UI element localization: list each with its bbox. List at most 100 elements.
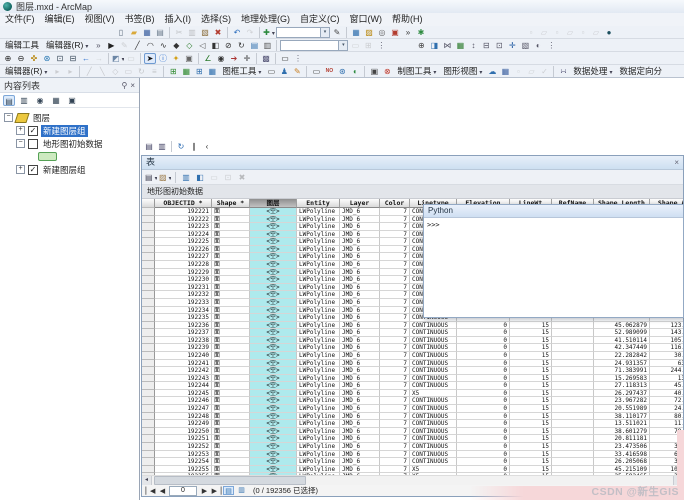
disabled-tool-icon[interactable]: ▫ [525,27,537,38]
save-edits-icon[interactable]: ▦ [499,66,511,77]
row-selector[interactable] [142,314,155,322]
split-tool-icon[interactable]: ⊘ [222,40,234,51]
row-selector[interactable] [142,466,155,474]
new-document-icon[interactable]: ▯ [115,27,127,38]
html-popup-icon[interactable]: ▣ [183,53,195,64]
globe-green-icon[interactable]: ◐ [349,66,361,77]
sketch-properties-icon[interactable]: ▥ [261,40,273,51]
map-scale-combobox[interactable]: ▾ [276,27,330,38]
expander-icon[interactable]: + [16,165,25,174]
clear-selection-icon[interactable]: ▭ [208,172,220,183]
table-row[interactable]: 192251面<空>LWPolylineJMD_67CONTINUOUS0152… [142,435,683,443]
back-extent-icon[interactable]: ← [80,53,92,64]
sketch-vertex-icon[interactable]: ◇ [109,66,121,77]
switch-selection-icon[interactable]: ◧ [194,172,206,183]
row-selector[interactable] [142,382,155,390]
column-header[interactable]: Entity [297,199,340,208]
screen-icon[interactable]: ▣ [368,66,380,77]
visibility-checkbox[interactable]: ✓ [28,165,38,175]
zoom-in-icon[interactable]: ⊕ [2,53,14,64]
select-by-attributes-icon[interactable]: ▥ [180,172,192,183]
row-selector[interactable] [142,458,155,466]
refresh-icon[interactable]: ↻ [175,141,187,152]
row-selector[interactable] [142,299,155,307]
pencil-icon[interactable]: ✎ [291,66,303,77]
row-selector[interactable] [142,337,155,345]
show-all-records-icon[interactable]: ▤ [223,486,234,495]
frame-icon[interactable]: ▭ [265,66,277,77]
fixed-zoom-in-icon[interactable]: ⊡ [54,53,66,64]
intersect-icon[interactable]: ✛ [506,40,518,51]
forward-extent-icon[interactable]: → [93,53,105,64]
table-row[interactable]: 192253面<空>LWPolylineJMD_67CONTINUOUS0153… [142,451,683,459]
save-icon[interactable]: ▦ [141,27,153,38]
snapping-icon[interactable]: ⊞ [362,40,374,51]
table-row[interactable]: 192239面<空>LWPolylineJMD_67CONTINUOUS0154… [142,344,683,352]
menu-item[interactable]: 书签(B) [120,13,160,26]
table-row[interactable]: 192246面<空>LWPolylineJMD_67CONTINUOUS0152… [142,397,683,405]
visibility-checkbox[interactable] [28,139,38,149]
scatter-icon[interactable]: ∺ [557,66,569,77]
go-to-xy-icon[interactable]: ✛ [241,53,253,64]
mapping-tools-menu[interactable]: 制图工具▾ [394,66,439,77]
stop-icon[interactable]: ⊗ [381,66,393,77]
previous-record-button[interactable]: ◀ [157,487,167,495]
measure-icon[interactable]: ∠ [202,53,214,64]
row-selector-header[interactable] [142,199,155,208]
visibility-checkbox[interactable]: ✓ [28,126,38,136]
graphic-view-menu[interactable]: 图形视图▾ [440,66,485,77]
row-selector[interactable] [142,390,155,398]
sketch-line2-icon[interactable]: ╲ [96,66,108,77]
table-row[interactable]: 192254面<空>LWPolylineJMD_67CONTINUOUS0152… [142,458,683,466]
row-selector[interactable] [142,443,155,451]
scrollbar-thumb[interactable] [154,476,306,485]
tree-item-label[interactable]: 地形图初始数据 [41,138,105,150]
editor-menu[interactable]: 编辑器(R)▾ [43,40,91,51]
disabled-tool-icon[interactable]: ▱ [590,27,602,38]
editor-toggle-icon[interactable]: ✎ [331,27,343,38]
tree-item-label[interactable]: 新建图层组 [41,164,88,176]
table-row[interactable]: 192237面<空>LWPolylineJMD_67CONTINUOUS0155… [142,329,683,337]
menu-item[interactable]: 编辑(E) [40,13,80,26]
pan-icon[interactable]: ✜ [28,53,40,64]
row-selector[interactable] [142,397,155,405]
target-layer-icon[interactable]: ▭ [349,40,361,51]
undo-icon[interactable]: ↶ [231,27,243,38]
tree-item-source-data[interactable]: − 地形图初始数据 [4,137,139,150]
menu-item[interactable]: 文件(F) [0,13,40,26]
collapse-chevron-icon[interactable]: ‹ [201,141,213,152]
table-source-tab[interactable]: 地形图初始数据 [142,185,683,199]
list-by-source-icon[interactable]: ▥ [17,94,31,107]
table-row[interactable]: 192245面<空>LWPolylineJMD_67X501526.297437… [142,390,683,398]
row-selector[interactable] [142,428,155,436]
search-window-icon[interactable]: ◎ [376,27,388,38]
topology-edit-icon[interactable]: ⊕ [415,40,427,51]
table-row[interactable]: 192249面<空>LWPolylineJMD_67CONTINUOUS0151… [142,420,683,428]
row-selector[interactable] [142,231,155,239]
row-selector[interactable] [142,375,155,383]
editor-menu-2[interactable]: 编辑器(R)▾ [2,66,50,77]
toc-options-icon[interactable]: ▣ [65,94,79,107]
table-row[interactable]: 192238面<空>LWPolylineJMD_67CONTINUOUS0154… [142,337,683,345]
table-row[interactable]: 192247面<空>LWPolylineJMD_67CONTINUOUS0152… [142,405,683,413]
print-icon[interactable]: ▤ [154,27,166,38]
table-row[interactable]: 192244面<空>LWPolylineJMD_67CONTINUOUS0152… [142,382,683,390]
copy-icon[interactable]: ▥ [186,27,198,38]
column-header[interactable]: Shape * [212,199,250,208]
hyperlink-icon[interactable]: ✦ [170,53,182,64]
menu-item[interactable]: 插入(I) [160,13,197,26]
disabled-tool-icon[interactable]: ▱ [538,27,550,38]
menu-item[interactable]: 窗口(W) [345,13,388,26]
expander-icon[interactable]: + [16,126,25,135]
python-window-icon[interactable]: » [402,27,414,38]
task-combobox[interactable]: ▾ [280,40,348,51]
row-selector[interactable] [142,223,155,231]
point-tool-icon[interactable]: ◆ [170,40,182,51]
row-selector[interactable] [142,253,155,261]
table-row[interactable]: 192256面<空>LWPolylineJMD_67X501525.592465… [142,473,683,475]
check-tool-icon[interactable]: ✓ [538,66,550,77]
table-mini-icon[interactable]: ▤ [143,141,155,152]
line-symbol-swatch[interactable] [38,152,57,161]
fix-topology-icon[interactable]: ▦ [454,40,466,51]
row-selector[interactable] [142,413,155,421]
